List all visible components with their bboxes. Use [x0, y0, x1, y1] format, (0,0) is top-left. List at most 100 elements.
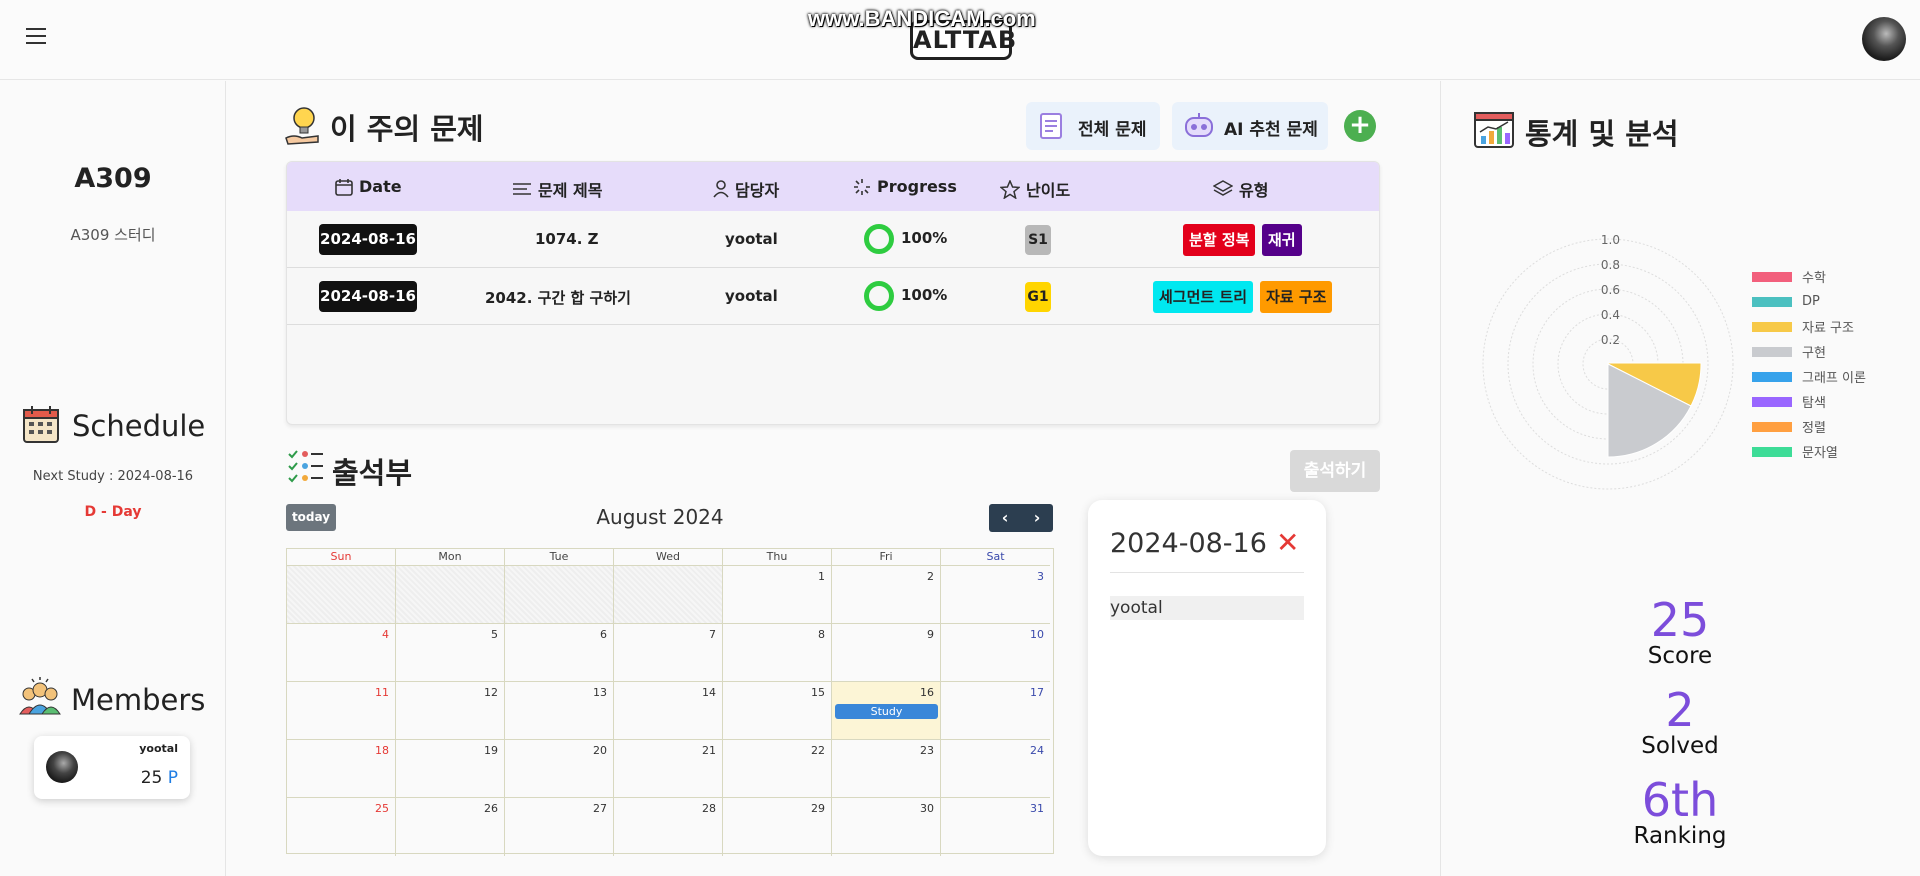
close-icon[interactable]: ✕	[1276, 526, 1299, 559]
add-problem-button[interactable]: +	[1344, 110, 1376, 142]
calendar-day[interactable]: 23	[832, 740, 941, 798]
table-row[interactable]: 2024-08-16 1074. Z yootal 100% S1 분할 정복 …	[287, 211, 1379, 268]
calendar-day[interactable]: 9	[832, 624, 941, 682]
calendar-day[interactable]: 5	[396, 624, 505, 682]
calendar-day[interactable]: 18	[287, 740, 396, 798]
calendar-day[interactable]: 8	[723, 624, 832, 682]
day-number: 4	[382, 628, 389, 641]
row-title[interactable]: 1074. Z	[535, 230, 599, 248]
legend-item[interactable]: 수학	[1752, 264, 1866, 289]
study-event[interactable]: Study	[835, 704, 938, 719]
recorder-watermark: www.BANDICAM.com	[808, 6, 1036, 31]
tier-badge: S1	[1025, 225, 1051, 255]
calendar-day[interactable]: 31	[941, 798, 1050, 856]
col-date[interactable]: Date	[335, 177, 402, 196]
day-number: 23	[920, 744, 934, 757]
legend-item[interactable]: 구현	[1752, 339, 1866, 364]
calendar-day[interactable]: 26	[396, 798, 505, 856]
calendar-day[interactable]	[287, 566, 396, 624]
calendar-day[interactable]: 2	[832, 566, 941, 624]
check-in-button[interactable]: 출석하기	[1290, 450, 1380, 492]
attendance-detail-card: 2024-08-16 ✕ yootal	[1088, 500, 1326, 856]
tag-badge[interactable]: 분할 정복	[1183, 224, 1256, 256]
prev-month-button[interactable]: ‹	[989, 504, 1021, 532]
tag-badge[interactable]: 세그먼트 트리	[1153, 281, 1254, 313]
legend-item[interactable]: 탐색	[1752, 389, 1866, 414]
row-date: 2024-08-16	[319, 281, 417, 312]
day-number: 29	[811, 802, 825, 815]
attendee-name: yootal	[1110, 596, 1304, 620]
calendar-day[interactable]: 16 Study	[832, 682, 941, 740]
calendar-day[interactable]: 10	[941, 624, 1050, 682]
all-problems-button[interactable]: 전체 문제	[1026, 102, 1160, 150]
tag-badge[interactable]: 자료 구조	[1260, 281, 1333, 313]
calendar-day[interactable]: 19	[396, 740, 505, 798]
col-type[interactable]: 유형	[1213, 177, 1268, 201]
weekday-header: Mon	[396, 549, 505, 566]
calendar-day[interactable]: 25	[287, 798, 396, 856]
day-number: 18	[375, 744, 389, 757]
menu-icon[interactable]	[26, 28, 46, 44]
weekday-header: Thu	[723, 549, 832, 566]
calendar-day[interactable]: 24	[941, 740, 1050, 798]
ai-recommend-button[interactable]: AI 추천 문제	[1172, 102, 1328, 150]
calendar-day[interactable]: 1	[723, 566, 832, 624]
legend-item[interactable]: 그래프 이론	[1752, 364, 1866, 389]
calendar-day[interactable]: 7	[614, 624, 723, 682]
calendar-day[interactable]	[505, 566, 614, 624]
calendar-day[interactable]: 14	[614, 682, 723, 740]
col-assignee[interactable]: 담당자	[713, 177, 779, 201]
calendar-day[interactable]: 27	[505, 798, 614, 856]
legend-swatch	[1752, 396, 1792, 407]
calendar-day[interactable]: 29	[723, 798, 832, 856]
calendar-day[interactable]: 3	[941, 566, 1050, 624]
col-title[interactable]: 문제 제목	[512, 177, 602, 201]
calendar-day[interactable]	[614, 566, 723, 624]
topic-radar-chart: 1.0 0.8 0.6 0.4 0.2	[1482, 233, 1734, 490]
day-number: 28	[702, 802, 716, 815]
calendar-day[interactable]: 4	[287, 624, 396, 682]
col-progress[interactable]: Progress	[853, 177, 957, 196]
tag-badge[interactable]: 재귀	[1262, 224, 1302, 256]
calendar-day[interactable]: 11	[287, 682, 396, 740]
star-icon	[1000, 179, 1020, 199]
legend-label: 자료 구조	[1802, 321, 1854, 336]
member-card[interactable]: yootal 25 P	[34, 736, 190, 799]
calendar-day[interactable]: 17	[941, 682, 1050, 740]
day-number: 1	[818, 570, 825, 583]
today-button[interactable]: today	[286, 504, 336, 531]
calendar-day[interactable]: 30	[832, 798, 941, 856]
legend-item[interactable]: 정렬	[1752, 414, 1866, 439]
day-number: 17	[1030, 686, 1044, 699]
solved-label: Solved	[1641, 733, 1719, 759]
legend-swatch	[1752, 421, 1792, 432]
calendar-day[interactable]: 28	[614, 798, 723, 856]
ranking-value: 6th	[1641, 773, 1719, 827]
calendar-day[interactable]: 21	[614, 740, 723, 798]
row-title[interactable]: 2042. 구간 합 구하기	[485, 287, 631, 308]
legend-label: DP	[1802, 294, 1820, 309]
calendar-day[interactable]: 6	[505, 624, 614, 682]
legend-item[interactable]: 문자열	[1752, 439, 1866, 464]
calendar-day[interactable]	[396, 566, 505, 624]
calendar-day[interactable]: 20	[505, 740, 614, 798]
calendar-day[interactable]: 13	[505, 682, 614, 740]
col-difficulty[interactable]: 난이도	[1000, 177, 1070, 201]
day-number: 30	[920, 802, 934, 815]
weekday-header: Fri	[832, 549, 941, 566]
day-number: 25	[375, 802, 389, 815]
calendar-day[interactable]: 22	[723, 740, 832, 798]
radar-tick: 0.2	[1601, 333, 1620, 347]
legend-item[interactable]: DP	[1752, 289, 1866, 314]
calendar-day[interactable]: 15	[723, 682, 832, 740]
calendar-day[interactable]: 12	[396, 682, 505, 740]
profile-avatar[interactable]	[1862, 17, 1906, 61]
attendance-calendar: Sun Mon Tue Wed Thu Fri Sat 1 2 3 4 5 6 7 8 9 10 11 12 13 14…	[286, 548, 1054, 856]
day-number: 27	[593, 802, 607, 815]
problems-table: Date 문제 제목 담당자 Progress 난이도 유형 2024-08-1…	[286, 161, 1380, 425]
legend-item[interactable]: 자료 구조	[1752, 314, 1866, 339]
next-month-button[interactable]: ›	[1021, 504, 1053, 532]
table-row[interactable]: 2024-08-16 2042. 구간 합 구하기 yootal 100% G1…	[287, 268, 1379, 325]
all-problems-label: 전체 문제	[1078, 120, 1147, 140]
day-number: 22	[811, 744, 825, 757]
